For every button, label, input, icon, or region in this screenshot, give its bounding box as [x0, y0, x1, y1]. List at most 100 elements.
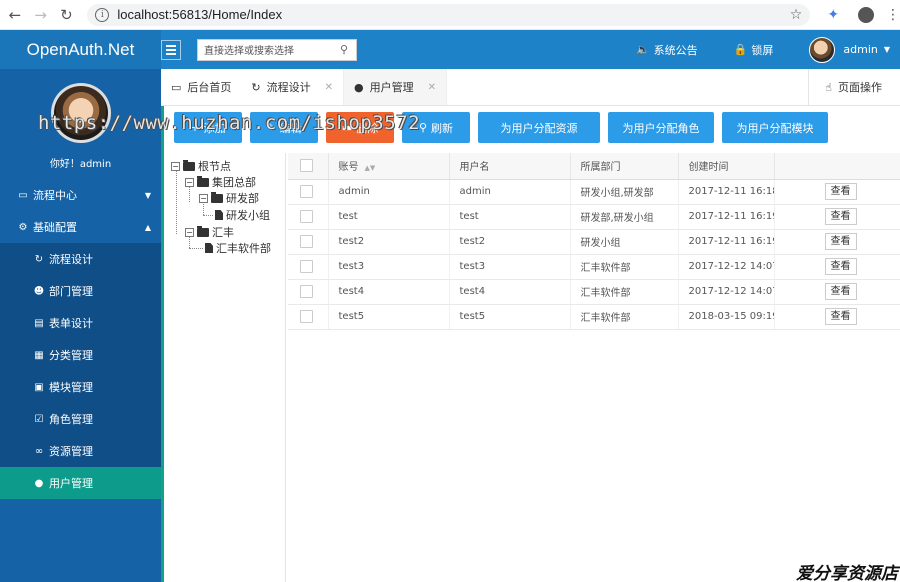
- row-checkbox[interactable]: [300, 310, 313, 323]
- collapse-icon[interactable]: −: [185, 177, 194, 187]
- column-header-username[interactable]: 用户名: [449, 153, 571, 180]
- reload-icon[interactable]: ↻: [56, 4, 78, 26]
- tab-flow-design[interactable]: ↻ 流程设计 ✕: [241, 69, 343, 105]
- address-bar[interactable]: i localhost:56813/Home/Index ☆: [87, 3, 811, 26]
- form-icon: ▤: [34, 317, 44, 329]
- collapse-icon[interactable]: −: [199, 193, 208, 203]
- add-button[interactable]: + 添加: [174, 112, 242, 143]
- sidebar-item-label: 资源管理: [49, 445, 93, 458]
- table-row[interactable]: test4 test4 汇丰软件部 2017-12-12 14:07:1 查看: [288, 279, 900, 305]
- sort-icon[interactable]: ▲▼: [365, 164, 376, 172]
- view-button[interactable]: 查看: [824, 233, 857, 250]
- table-row[interactable]: test3 test3 汇丰软件部 2017-12-12 14:07:0 查看: [288, 254, 900, 280]
- chevron-up-icon: ▲: [144, 222, 151, 232]
- sidebar-item-module[interactable]: ▣ 模块管理: [0, 371, 161, 403]
- sidebar-item-form-design[interactable]: ▤ 表单设计: [0, 307, 161, 339]
- bookmark-star-icon[interactable]: ☆: [790, 7, 803, 23]
- view-button[interactable]: 查看: [824, 283, 857, 300]
- sidebar-item-category[interactable]: ▦ 分类管理: [0, 339, 161, 371]
- sidebar-group-label: 基础配置: [33, 221, 77, 234]
- sidebar-item-label: 部门管理: [49, 285, 93, 298]
- brand-logo[interactable]: OpenAuth.Net: [0, 30, 161, 69]
- table-row[interactable]: test5 test5 汇丰软件部 2018-03-15 09:19:0 查看: [288, 304, 900, 330]
- row-checkbox[interactable]: [300, 235, 313, 248]
- extension-icon[interactable]: ✦: [824, 6, 842, 24]
- url-text: localhost:56813/Home/Index: [117, 7, 283, 22]
- tab-user-management[interactable]: ● 用户管理 ✕: [343, 69, 448, 105]
- folder-icon: [211, 191, 223, 203]
- tree-node-root[interactable]: − 根节点: [171, 158, 231, 174]
- assign-role-button[interactable]: 为用户分配角色: [608, 112, 714, 143]
- row-checkbox[interactable]: [300, 185, 313, 198]
- cell-created: 2018-03-15 09:19:0: [678, 304, 775, 330]
- column-header-department[interactable]: 所属部门: [570, 153, 679, 180]
- refresh-button[interactable]: ⚲ 刷新: [402, 112, 470, 143]
- back-icon[interactable]: ←: [4, 4, 26, 26]
- module-icon: ▣: [34, 381, 44, 393]
- tree-node-hsbc[interactable]: − 汇丰: [185, 224, 234, 240]
- tree-node-rd[interactable]: − 研发部: [199, 190, 259, 206]
- cell-username: test5: [449, 304, 571, 330]
- assign-module-button[interactable]: 为用户分配模块: [722, 112, 828, 143]
- delete-button[interactable]: ▬ 删除: [326, 112, 394, 143]
- collapse-icon[interactable]: −: [171, 161, 180, 171]
- sidebar-item-role[interactable]: ☑ 角色管理: [0, 403, 161, 435]
- sidebar-item-flow-design[interactable]: ↻ 流程设计: [0, 243, 161, 275]
- user-menu[interactable]: admin ▼: [809, 36, 890, 63]
- table-header-row: 账号 ▲▼ 用户名 所属部门 创建时间: [288, 153, 900, 180]
- assign-resource-button[interactable]: 为用户分配资源: [478, 112, 600, 143]
- folder-icon: [197, 225, 209, 237]
- sidebar-item-user[interactable]: ● 用户管理: [0, 467, 161, 499]
- org-tree: − 根节点 − 集团总部 − 研发部 研发小组 − 汇丰 汇丰软件部: [167, 153, 286, 582]
- trash-icon: ▬: [341, 121, 353, 134]
- profile-icon[interactable]: [858, 6, 874, 23]
- browser-toolbar: ← → ↻ i localhost:56813/Home/Index ☆ ✦ ⋮: [0, 0, 900, 30]
- tree-node-group-hq[interactable]: − 集团总部: [185, 174, 256, 190]
- menu-toggle-button[interactable]: [161, 39, 181, 60]
- site-info-icon[interactable]: i: [95, 7, 110, 22]
- view-button[interactable]: 查看: [824, 183, 857, 200]
- file-icon: [215, 210, 223, 220]
- cell-created: 2017-12-11 16:19:0: [678, 229, 775, 255]
- menu-search-input[interactable]: 直接选择或搜索选择 ⚲: [197, 38, 357, 61]
- close-icon[interactable]: ✕: [428, 82, 436, 93]
- sidebar-item-department[interactable]: ☻ 部门管理: [0, 275, 161, 307]
- search-icon[interactable]: ⚲: [340, 43, 356, 56]
- tab-home[interactable]: ▭ 后台首页: [161, 69, 241, 105]
- announcement-button[interactable]: 🔈 系统公告: [636, 42, 698, 58]
- tree-node-rd-team[interactable]: 研发小组: [215, 207, 270, 223]
- announcement-label: 系统公告: [653, 43, 698, 57]
- table-row[interactable]: test2 test2 研发小组 2017-12-11 16:19:0 查看: [288, 229, 900, 255]
- column-header-actions: [774, 153, 900, 180]
- select-all-checkbox[interactable]: [300, 159, 313, 173]
- menu-dots-icon[interactable]: ⋮: [886, 7, 900, 23]
- cell-account: test2: [328, 229, 450, 255]
- sidebar-group-basic-config[interactable]: ⚙ 基础配置 ▲: [0, 211, 161, 243]
- view-button[interactable]: 查看: [824, 308, 857, 325]
- folder-icon: [197, 175, 209, 187]
- tree-node-hsbc-software[interactable]: 汇丰软件部: [205, 240, 271, 256]
- sidebar-group-flow-center[interactable]: ▭ 流程中心 ▼: [0, 179, 161, 211]
- row-checkbox[interactable]: [300, 210, 313, 223]
- sidebar-item-label: 模块管理: [49, 381, 93, 394]
- pencil-icon: ✎: [266, 121, 276, 134]
- corner-watermark: 爱分享资源店: [796, 564, 898, 582]
- tab-label: 用户管理: [369, 81, 414, 94]
- row-checkbox[interactable]: [300, 260, 313, 273]
- edit-button[interactable]: ✎ 编辑: [250, 112, 318, 143]
- sidebar-item-resource[interactable]: ∞ 资源管理: [0, 435, 161, 467]
- table-row[interactable]: admin admin 研发小组,研发部 2017-12-11 16:18:5 …: [288, 179, 900, 205]
- column-header-account[interactable]: 账号 ▲▼: [328, 153, 450, 180]
- view-button[interactable]: 查看: [824, 258, 857, 275]
- user-name: admin: [843, 43, 878, 56]
- view-button[interactable]: 查看: [824, 208, 857, 225]
- search-icon: ⚲: [418, 121, 428, 134]
- forward-icon[interactable]: →: [30, 4, 52, 26]
- table-row[interactable]: test test 研发部,研发小组 2017-12-11 16:19:0 查看: [288, 204, 900, 230]
- row-checkbox[interactable]: [300, 285, 313, 298]
- column-header-created[interactable]: 创建时间: [678, 153, 775, 180]
- collapse-icon[interactable]: −: [185, 227, 194, 237]
- close-icon[interactable]: ✕: [325, 82, 333, 93]
- page-operations-button[interactable]: ☝ 页面操作: [808, 69, 900, 105]
- lock-screen-button[interactable]: 🔒 锁屏: [734, 42, 774, 58]
